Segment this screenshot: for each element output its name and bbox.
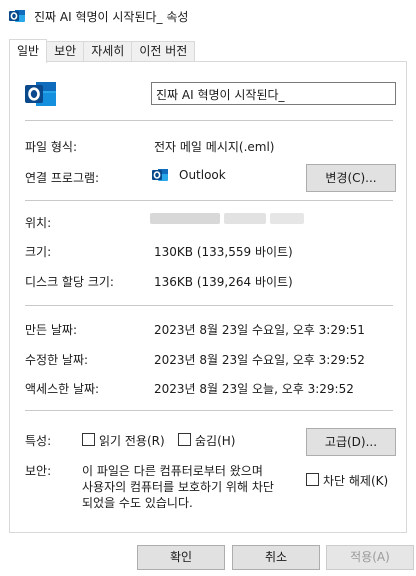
tab-security[interactable]: 보안 <box>46 41 85 62</box>
security-message-line2: 사용자의 컴퓨터를 보호하기 위해 차단 <box>82 480 274 494</box>
opens-with-label: 연결 프로그램: <box>25 171 100 185</box>
tab-details[interactable]: 자세히 <box>83 41 133 62</box>
cancel-button[interactable]: 취소 <box>232 545 320 570</box>
created-label: 만든 날짜: <box>25 323 78 337</box>
readonly-label[interactable]: 읽기 전용(R) <box>99 432 165 449</box>
outlook-icon <box>9 10 25 22</box>
file-type-label: 파일 형식: <box>25 140 78 154</box>
outlook-icon <box>25 82 56 106</box>
advanced-button[interactable]: 고급(D)... <box>306 428 396 456</box>
accessed-value: 2023년 8월 23일 오늘, 오후 3:29:52 <box>154 382 354 396</box>
title-bar: 진짜 AI 혁명이 시작된다_ 속성 <box>0 0 416 32</box>
window-title: 진짜 AI 혁명이 시작된다_ 속성 <box>34 10 189 24</box>
created-value: 2023년 8월 23일 수요일, 오후 3:29:51 <box>154 323 365 337</box>
apply-button[interactable]: 적용(A) <box>326 545 414 570</box>
size-label: 크기: <box>25 245 52 259</box>
outlook-icon <box>152 169 168 181</box>
location-label: 위치: <box>25 216 52 230</box>
tab-general[interactable]: 일반 <box>9 39 48 63</box>
hidden-label[interactable]: 숨김(H) <box>195 432 235 449</box>
ok-button[interactable]: 확인 <box>137 545 225 570</box>
modified-value: 2023년 8월 23일 수요일, 오후 3:29:52 <box>154 353 365 367</box>
size-value: 130KB (133,559 바이트) <box>154 245 293 259</box>
divider <box>25 305 393 306</box>
security-message-line3: 되었을 수도 있습니다. <box>82 496 193 510</box>
divider <box>25 410 393 411</box>
file-name-input[interactable]: 진짜 AI 혁명이 시작된다_ <box>151 82 396 105</box>
disk-size-label: 디스크 할당 크기: <box>25 275 114 289</box>
attributes-label: 특성: <box>25 434 52 448</box>
divider <box>25 120 393 121</box>
modified-label: 수정한 날짜: <box>25 353 89 367</box>
tab-previous-versions[interactable]: 이전 버전 <box>131 41 196 62</box>
opens-with-value: Outlook <box>179 168 226 182</box>
file-type-value: 전자 메일 메시지(.eml) <box>154 140 275 154</box>
general-panel: 진짜 AI 혁명이 시작된다_ 파일 형식: 전자 메일 메시지(.eml) 연… <box>9 61 407 533</box>
tab-strip: 일반 보안 자세히 이전 버전 <box>9 39 196 63</box>
security-message-line1: 이 파일은 다른 컴퓨터로부터 왔으며 <box>82 464 263 478</box>
hidden-checkbox[interactable] <box>178 433 191 446</box>
change-button[interactable]: 변경(C)... <box>306 164 396 192</box>
security-label: 보안: <box>25 464 52 478</box>
readonly-checkbox[interactable] <box>82 433 95 446</box>
divider <box>25 200 393 201</box>
unblock-label[interactable]: 차단 해제(K) <box>323 472 388 489</box>
disk-size-value: 136KB (139,264 바이트) <box>154 275 293 289</box>
accessed-label: 액세스한 날짜: <box>25 382 100 396</box>
unblock-checkbox[interactable] <box>306 473 319 486</box>
